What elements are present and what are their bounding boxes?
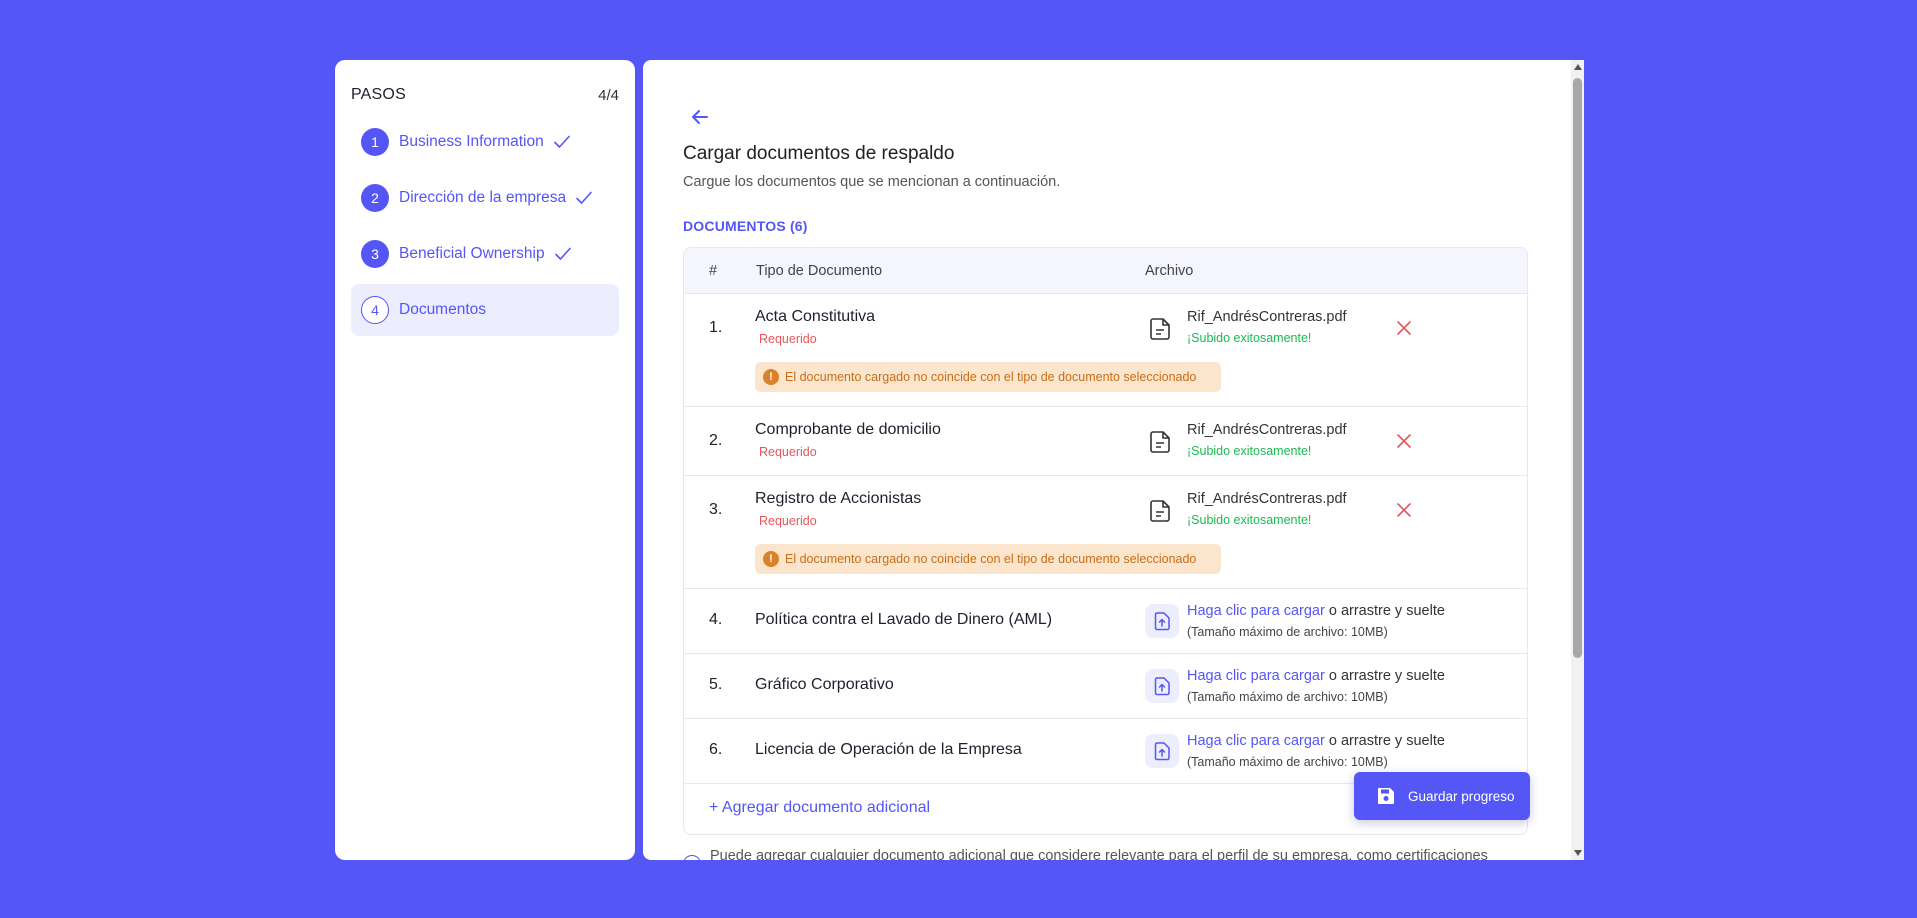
header-type: Tipo de Documento: [756, 262, 883, 279]
scroll-down-arrow-icon[interactable]: [1574, 850, 1582, 856]
document-icon: [1150, 431, 1170, 453]
step-label: Dirección de la empresa: [399, 189, 567, 206]
drag-drop-text: o arrastre y suelte: [1324, 733, 1445, 749]
document-name: Gráfico Corporativo: [755, 676, 894, 693]
click-to-upload-link[interactable]: Haga clic para cargar: [1187, 733, 1325, 749]
required-label: Requerido: [759, 332, 817, 346]
upload-icon[interactable]: [1145, 734, 1179, 768]
header-num: #: [709, 262, 718, 279]
document-name: Licencia de Operación de la Empresa: [755, 741, 1022, 758]
additional-docs-note: Puede agregar cualquier documento adicio…: [710, 848, 1488, 860]
step-number: 1: [361, 128, 389, 156]
step-business-information[interactable]: 1 Business Information: [351, 116, 619, 168]
check-icon: [576, 191, 592, 204]
row-number: 5.: [709, 676, 723, 693]
steps-sidebar: PASOS 4/4 1 Business Information 2 Direc…: [335, 60, 635, 860]
add-document-link[interactable]: + Agregar documento adicional: [709, 799, 930, 817]
steps-count: 4/4: [598, 86, 619, 104]
step-direccion[interactable]: 2 Dirección de la empresa: [351, 172, 619, 224]
file-size-hint: (Tamaño máximo de archivo: 10MB): [1187, 690, 1388, 704]
close-icon[interactable]: [1393, 430, 1415, 452]
table-row: 4. Política contra el Lavado de Dinero (…: [684, 589, 1527, 654]
step-documentos[interactable]: 4 Documentos: [351, 284, 619, 336]
file-name: Rif_AndrésContreras.pdf: [1187, 422, 1347, 438]
upload-success-text: ¡Subido exitosamente!: [1187, 444, 1312, 458]
step-beneficial-ownership[interactable]: 3 Beneficial Ownership: [351, 228, 619, 280]
document-name: Acta Constitutiva: [755, 308, 876, 325]
close-icon[interactable]: [1393, 317, 1415, 339]
step-number: 2: [361, 184, 389, 212]
close-icon[interactable]: [1393, 499, 1415, 521]
page-title: Cargar documentos de respaldo: [683, 143, 955, 164]
page-subtitle: Cargue los documentos que se mencionan a…: [683, 174, 1061, 190]
step-number: 4: [361, 296, 389, 324]
steps-header: PASOS 4/4: [351, 86, 619, 104]
document-name: Política contra el Lavado de Dinero (AML…: [755, 611, 1053, 628]
table-row: 2. Comprobante de domicilio Requerido Ri…: [684, 407, 1527, 476]
document-icon: [1150, 318, 1170, 340]
row-number: 6.: [709, 741, 723, 758]
file-name: Rif_AndrésContreras.pdf: [1187, 491, 1347, 507]
main-panel: Cargar documentos de respaldo Cargue los…: [643, 60, 1584, 860]
warning-text: El documento cargado no coincide con el …: [785, 370, 1197, 384]
step-number: 3: [361, 240, 389, 268]
upload-icon[interactable]: [1145, 604, 1179, 638]
upload-instructions: Haga clic para cargar o arrastre y suelt…: [1187, 603, 1445, 619]
click-to-upload-link[interactable]: Haga clic para cargar: [1187, 668, 1325, 684]
step-label: Documentos: [399, 301, 487, 318]
check-icon: [553, 135, 570, 148]
upload-icon[interactable]: [1145, 669, 1179, 703]
document-name: Registro de Accionistas: [755, 490, 922, 507]
save-progress-button[interactable]: Guardar progreso: [1354, 772, 1530, 820]
scroll-up-arrow-icon[interactable]: [1574, 64, 1582, 70]
steps-title: PASOS: [351, 86, 406, 103]
file-name: Rif_AndrésContreras.pdf: [1187, 309, 1347, 325]
file-size-hint: (Tamaño máximo de archivo: 10MB): [1187, 625, 1388, 639]
check-icon: [554, 247, 571, 260]
back-arrow-icon[interactable]: [687, 104, 713, 130]
upload-instructions: Haga clic para cargar o arrastre y suelt…: [1187, 733, 1445, 749]
upload-success-text: ¡Subido exitosamente!: [1187, 513, 1312, 527]
file-size-hint: (Tamaño máximo de archivo: 10MB): [1187, 755, 1388, 769]
row-number: 1.: [709, 319, 723, 336]
click-to-upload-link[interactable]: Haga clic para cargar: [1187, 603, 1325, 619]
row-number: 2.: [709, 432, 723, 449]
info-icon: [683, 855, 701, 860]
table-row: 3. Registro de Accionistas Requerido Rif…: [684, 476, 1527, 589]
step-label: Beneficial Ownership: [399, 245, 545, 262]
upload-success-text: ¡Subido exitosamente!: [1187, 331, 1312, 345]
warning-icon: !: [763, 369, 779, 385]
table-row: 1. Acta Constitutiva Requerido Rif_André…: [684, 294, 1527, 407]
upload-instructions: Haga clic para cargar o arrastre y suelt…: [1187, 668, 1445, 684]
mismatch-warning: ! El documento cargado no coincide con e…: [755, 362, 1221, 392]
header-file: Archivo: [1145, 262, 1194, 279]
documents-section-label: DOCUMENTOS (6): [683, 218, 808, 234]
row-number: 3.: [709, 501, 723, 518]
save-icon: [1378, 788, 1394, 804]
save-button-label: Guardar progreso: [1408, 788, 1515, 804]
scroll-thumb[interactable]: [1573, 78, 1582, 658]
documents-table: # Tipo de Documento Archivo 1. Acta Cons…: [683, 247, 1528, 835]
document-icon: [1150, 500, 1170, 522]
document-name: Comprobante de domicilio: [755, 421, 941, 438]
warning-icon: !: [763, 551, 779, 567]
warning-text: El documento cargado no coincide con el …: [785, 552, 1197, 566]
drag-drop-text: o arrastre y suelte: [1324, 668, 1445, 684]
table-row: 5. Gráfico Corporativo Haga clic para ca…: [684, 654, 1527, 719]
required-label: Requerido: [759, 514, 817, 528]
scrollbar[interactable]: [1571, 60, 1584, 860]
table-header: # Tipo de Documento Archivo: [684, 248, 1527, 294]
row-number: 4.: [709, 611, 723, 628]
required-label: Requerido: [759, 445, 817, 459]
mismatch-warning: ! El documento cargado no coincide con e…: [755, 544, 1221, 574]
drag-drop-text: o arrastre y suelte: [1324, 603, 1445, 619]
step-label: Business Information: [399, 133, 544, 150]
